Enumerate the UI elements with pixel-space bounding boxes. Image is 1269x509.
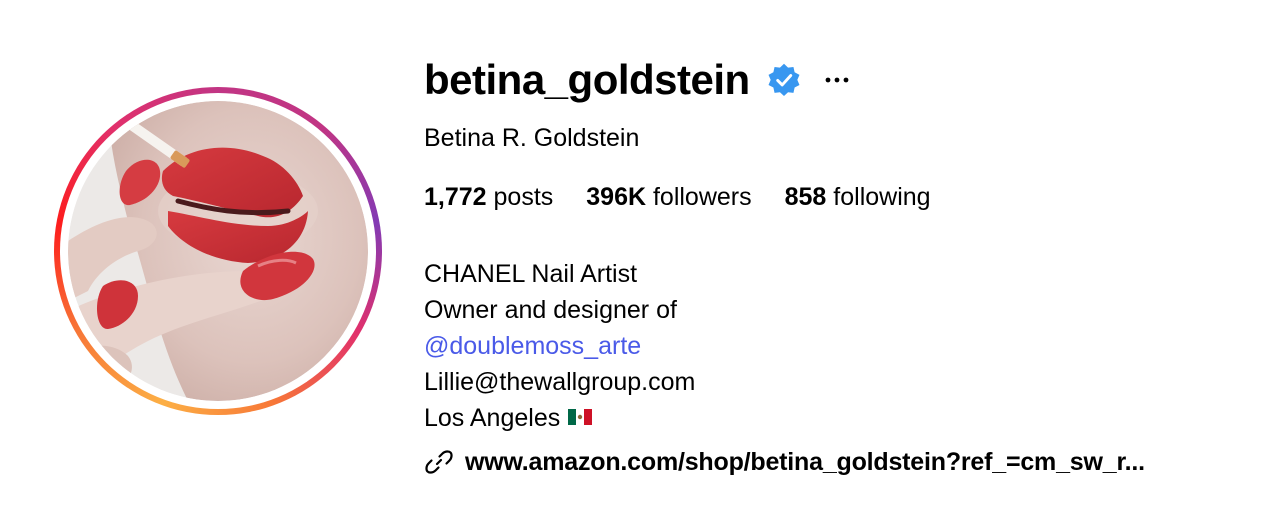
posts-count: 1,772 — [424, 183, 487, 211]
avatar-ring-gap — [60, 93, 376, 409]
profile-header: betina_goldstein — [424, 52, 850, 108]
following-count: 858 — [784, 183, 827, 211]
profile-stats: 1,772 posts 396K followers 858 following — [424, 181, 964, 213]
mexico-flag-icon — [568, 409, 593, 426]
bio-location-line: Los Angeles — [424, 400, 695, 436]
bio-line-title: CHANEL Nail Artist — [424, 260, 638, 288]
followers-label: followers — [646, 183, 752, 211]
followers-count: 396K — [586, 183, 647, 211]
profile-avatar-ring[interactable] — [54, 87, 382, 415]
bio-mention-link[interactable]: @doublemoss_arte — [424, 332, 641, 360]
posts-label: posts — [486, 183, 554, 211]
bio-line-owner: Owner and designer of — [424, 296, 677, 324]
followers-stat[interactable]: 396K followers — [586, 181, 751, 213]
external-link-text[interactable]: www.amazon.com/shop/betina_goldstein?ref… — [465, 448, 1145, 477]
profile-avatar — [68, 101, 368, 401]
external-link[interactable]: www.amazon.com/shop/betina_goldstein?ref… — [424, 444, 1145, 480]
posts-stat: 1,772 posts — [424, 181, 553, 213]
username: betina_goldstein — [424, 56, 750, 103]
following-stat[interactable]: 858 following — [785, 181, 931, 213]
bio-location: Los Angeles — [424, 404, 561, 432]
profile-bio: CHANEL Nail Artist Owner and designer of… — [424, 256, 695, 436]
verified-badge-icon — [768, 63, 800, 97]
following-label: following — [826, 183, 931, 211]
full-name: Betina R. Goldstein — [424, 124, 640, 152]
link-icon — [425, 450, 453, 474]
bio-email: Lillie@thewallgroup.com — [424, 368, 696, 396]
more-options-icon[interactable] — [824, 67, 850, 93]
